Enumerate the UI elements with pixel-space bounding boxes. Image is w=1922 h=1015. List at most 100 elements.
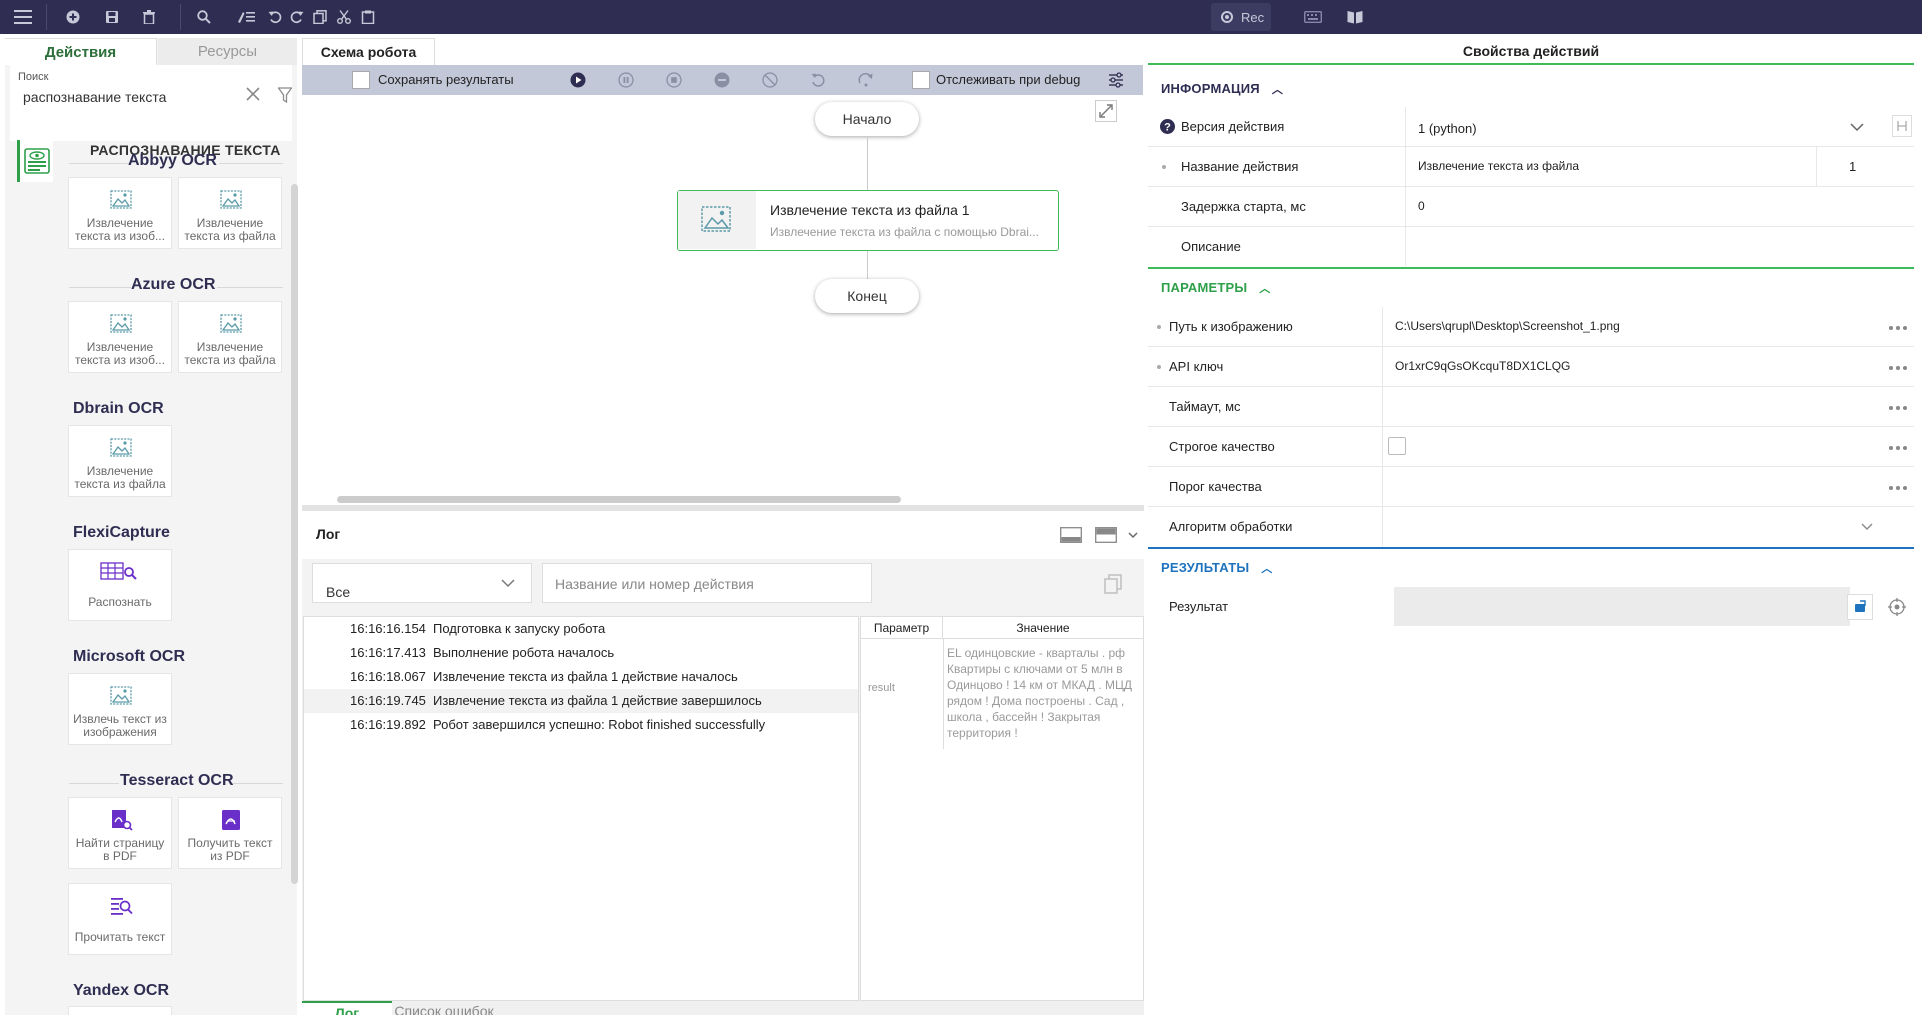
settings-sliders-icon[interactable] <box>1108 72 1124 88</box>
redo-icon[interactable] <box>289 9 305 25</box>
more-icon[interactable] <box>1889 366 1907 370</box>
action-card[interactable]: Извлечение текста из файла <box>178 177 282 249</box>
target-icon[interactable] <box>1888 598 1906 616</box>
section-results-header[interactable]: РЕЗУЛЬТАТЫ ︿ <box>1161 560 1272 576</box>
help-icon[interactable]: ? <box>1160 119 1175 134</box>
log-filter-select[interactable]: Все <box>312 563 532 603</box>
quality-threshold-input[interactable] <box>1382 467 1885 506</box>
action-node[interactable]: Извлечение текста из файла 1 Извлечение … <box>677 190 1059 251</box>
log-row[interactable]: 16:16:19.892 Робот завершился успешно: Ro… <box>304 713 858 737</box>
more-icon[interactable] <box>1889 446 1907 450</box>
search-label: Поиск <box>18 71 49 83</box>
section-params-header[interactable]: ПАРАМЕТРЫ ︿ <box>1161 280 1271 296</box>
stop-icon[interactable] <box>666 72 682 88</box>
save-results-checkbox[interactable] <box>352 71 370 89</box>
action-card[interactable]: Извлечение текста из файла <box>68 425 172 497</box>
undo-icon[interactable] <box>267 9 283 25</box>
tab-error-list[interactable]: Список ошибок <box>392 1001 496 1015</box>
start-node[interactable]: Начало <box>815 102 919 136</box>
action-card[interactable]: Распознать <box>68 549 172 621</box>
name-input[interactable]: Извлечение текста из файла <box>1405 147 1816 186</box>
menu-icon[interactable] <box>14 9 32 25</box>
export-icon[interactable] <box>1847 594 1873 620</box>
description-input[interactable] <box>1405 227 1885 266</box>
log-row[interactable]: 16:16:17.413 Выполнение робота началось <box>304 641 858 665</box>
cut-icon[interactable] <box>336 9 352 25</box>
fit-view-icon[interactable] <box>1095 100 1117 122</box>
copy-log-icon[interactable] <box>1104 574 1122 594</box>
edit-list-icon[interactable] <box>236 9 256 25</box>
pause-icon[interactable] <box>618 72 634 88</box>
tab-actions[interactable]: Действия <box>5 38 157 65</box>
clear-icon[interactable] <box>246 87 260 101</box>
scheme-canvas[interactable]: Начало Извлечение текста из файла 1 Извл… <box>302 95 1128 505</box>
action-card-label: Извлечение текста из изоб... <box>75 216 165 243</box>
version-link-icon[interactable] <box>1892 115 1912 137</box>
copy-icon[interactable] <box>312 9 328 25</box>
property-row: Таймаут, мс <box>1148 387 1914 427</box>
section-info-header[interactable]: ИНФОРМАЦИЯ ︿ <box>1161 81 1283 97</box>
version-select[interactable]: 1 (python) <box>1405 107 1885 146</box>
property-label: Строгое качество <box>1169 439 1275 454</box>
book-icon[interactable] <box>1346 9 1364 25</box>
action-node-subtitle: Извлечение текста из файла с помощью Dbr… <box>770 225 1039 239</box>
end-node[interactable]: Конец <box>815 279 919 313</box>
left-scrollbar[interactable] <box>291 184 298 884</box>
action-card[interactable]: Получить текст из PDF <box>178 797 282 869</box>
save-icon[interactable] <box>104 9 120 25</box>
strict-quality-checkbox[interactable] <box>1388 437 1406 455</box>
more-icon[interactable] <box>1889 406 1907 410</box>
minus-icon[interactable] <box>714 72 730 88</box>
search-input[interactable]: распознавание текста <box>23 89 166 105</box>
number-input[interactable]: 1 <box>1816 147 1885 186</box>
action-card[interactable]: Найти страницу в PDF <box>68 797 172 869</box>
layout-bottom-icon[interactable] <box>1060 527 1082 543</box>
tab-resources[interactable]: Ресурсы <box>158 38 297 65</box>
action-card[interactable]: Извлечение текста из изоб... <box>68 301 172 373</box>
action-card[interactable]: Извлечение текста из файла <box>178 301 282 373</box>
log-row[interactable]: 16:16:16.154 Подготовка к запуску робота <box>304 617 858 641</box>
log-title: Лог <box>316 526 341 542</box>
algorithm-select[interactable] <box>1382 507 1885 546</box>
image-path-input[interactable]: C:\Users\qrupl\Desktop\Screenshot_1.png <box>1382 307 1885 346</box>
ocr-group-icon[interactable] <box>17 140 53 182</box>
step-over-icon[interactable] <box>858 72 874 88</box>
action-card-label: Получить текст из PDF <box>187 836 273 863</box>
search-icon[interactable] <box>196 9 212 25</box>
debug-track-checkbox[interactable] <box>912 71 930 89</box>
log-row[interactable]: 16:16:19.745 Извлечение текста из файла 1… <box>304 689 858 713</box>
keyboard-icon[interactable] <box>1304 9 1322 25</box>
action-card[interactable]: Извлечь текст из изображения <box>68 673 172 745</box>
record-button[interactable]: Rec <box>1211 3 1271 31</box>
action-card[interactable]: Извлечение текста из изоб... <box>68 177 172 249</box>
filter-icon[interactable] <box>278 87 292 103</box>
add-icon[interactable] <box>65 9 81 25</box>
timeout-input[interactable] <box>1382 387 1885 426</box>
action-card[interactable]: Прочитать текст <box>68 883 172 955</box>
step-back-icon[interactable] <box>810 72 826 88</box>
block-icon[interactable] <box>762 72 778 88</box>
action-card[interactable] <box>68 1006 172 1015</box>
canvas-horizontal-scrollbar[interactable] <box>337 496 901 503</box>
more-icon[interactable] <box>1889 326 1907 330</box>
section-info-label: ИНФОРМАЦИЯ <box>1161 81 1260 96</box>
tab-robot-scheme[interactable]: Схема робота <box>302 38 435 65</box>
action-node-title: Извлечение текста из файла 1 <box>770 202 970 218</box>
log-search-input[interactable]: Название или номер действия <box>542 563 872 603</box>
paste-icon[interactable] <box>360 9 376 25</box>
delay-input[interactable]: 0 <box>1405 187 1885 226</box>
save-results-label: Сохранять результаты <box>378 72 514 87</box>
top-toolbar: Rec <box>0 0 1922 34</box>
play-icon[interactable] <box>570 72 586 88</box>
layout-top-icon[interactable] <box>1095 527 1117 543</box>
log-row[interactable]: 16:16:18.067 Извлечение текста из файла 1… <box>304 665 858 689</box>
property-label: Версия действия <box>1181 119 1285 134</box>
tab-log[interactable]: Лог <box>302 1001 392 1015</box>
property-label: Результат <box>1169 599 1229 614</box>
log-time: 16:16:19.892 <box>350 717 426 732</box>
more-icon[interactable] <box>1889 486 1907 490</box>
section-divider <box>1148 267 1914 269</box>
chevron-down-icon[interactable] <box>1128 531 1138 539</box>
api-key-input[interactable]: Or1xrC9qGsOKcquT8DX1CLQG <box>1382 347 1885 386</box>
delete-icon[interactable] <box>141 9 157 25</box>
